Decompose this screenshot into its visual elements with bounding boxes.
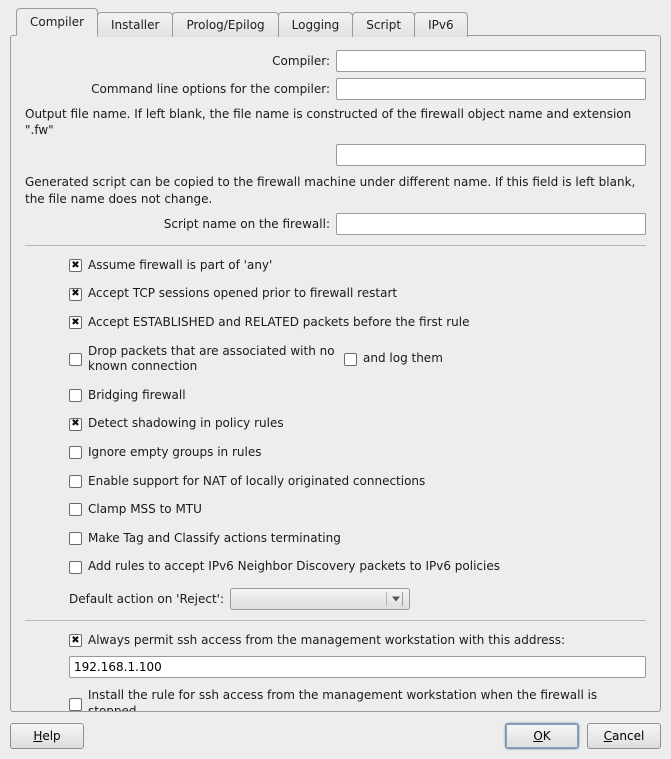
assume-any-checkbox[interactable] bbox=[69, 259, 82, 272]
scriptname-label: Script name on the firewall: bbox=[25, 217, 336, 231]
and-log-checkbox[interactable] bbox=[344, 353, 357, 366]
compiler-input[interactable] bbox=[336, 50, 646, 72]
shadowing-label[interactable]: Detect shadowing in policy rules bbox=[88, 416, 284, 432]
cmdline-input[interactable] bbox=[336, 78, 646, 100]
ssh-block: Always permit ssh access from the manage… bbox=[25, 633, 646, 712]
reject-select[interactable] bbox=[230, 588, 410, 610]
tag-term-checkbox[interactable] bbox=[69, 532, 82, 545]
bridging-checkbox[interactable] bbox=[69, 389, 82, 402]
tab-panel-compiler: Compiler: Command line options for the c… bbox=[10, 35, 661, 712]
reject-label: Default action on 'Reject': bbox=[69, 592, 224, 606]
button-bar: Help OK Cancel bbox=[10, 713, 661, 749]
outputfile-note: Output file name. If left blank, the fil… bbox=[25, 106, 646, 138]
clamp-mss-checkbox[interactable] bbox=[69, 503, 82, 516]
assume-any-label[interactable]: Assume firewall is part of 'any' bbox=[88, 258, 272, 274]
options-list: Assume firewall is part of 'any' Accept … bbox=[25, 258, 646, 610]
drop-unknown-checkbox[interactable] bbox=[69, 353, 82, 366]
ssh-address-input[interactable] bbox=[69, 656, 646, 678]
ssh-install-rule-label[interactable]: Install the rule for ssh access from the… bbox=[88, 688, 608, 712]
scriptname-input[interactable] bbox=[336, 213, 646, 235]
nat-local-checkbox[interactable] bbox=[69, 475, 82, 488]
compiler-label: Compiler: bbox=[25, 54, 336, 68]
tab-logging[interactable]: Logging bbox=[278, 12, 354, 37]
ignore-empty-checkbox[interactable] bbox=[69, 446, 82, 459]
tabbar: Compiler Installer Prolog/Epilog Logging… bbox=[16, 8, 661, 36]
outputfile-input[interactable] bbox=[336, 144, 646, 166]
ssh-permit-checkbox[interactable] bbox=[69, 634, 82, 647]
drop-unknown-label[interactable]: Drop packets that are associated with no… bbox=[88, 344, 338, 375]
chevron-down-icon bbox=[392, 596, 400, 601]
tag-term-label[interactable]: Make Tag and Classify actions terminatin… bbox=[88, 531, 341, 547]
ipv6-nd-checkbox[interactable] bbox=[69, 561, 82, 574]
and-log-label[interactable]: and log them bbox=[363, 351, 443, 367]
cancel-button[interactable]: Cancel bbox=[587, 723, 661, 749]
accept-est-label[interactable]: Accept ESTABLISHED and RELATED packets b… bbox=[88, 315, 469, 331]
separator bbox=[25, 245, 646, 246]
accept-est-checkbox[interactable] bbox=[69, 316, 82, 329]
cmdline-label: Command line options for the compiler: bbox=[25, 82, 336, 96]
ignore-empty-label[interactable]: Ignore empty groups in rules bbox=[88, 445, 261, 461]
ssh-permit-label[interactable]: Always permit ssh access from the manage… bbox=[88, 633, 565, 649]
ipv6-nd-label[interactable]: Add rules to accept IPv6 Neighbor Discov… bbox=[88, 559, 500, 575]
clamp-mss-label[interactable]: Clamp MSS to MTU bbox=[88, 502, 202, 518]
tab-ipv6[interactable]: IPv6 bbox=[414, 12, 468, 37]
ssh-install-rule-checkbox[interactable] bbox=[69, 698, 82, 711]
accept-tcp-checkbox[interactable] bbox=[69, 288, 82, 301]
separator-2 bbox=[25, 620, 646, 621]
tab-compiler[interactable]: Compiler bbox=[16, 8, 98, 36]
ok-button[interactable]: OK bbox=[505, 723, 579, 749]
bridging-label[interactable]: Bridging firewall bbox=[88, 388, 186, 404]
tab-script[interactable]: Script bbox=[352, 12, 415, 37]
tab-installer[interactable]: Installer bbox=[97, 12, 173, 37]
dialog-window: Compiler Installer Prolog/Epilog Logging… bbox=[0, 0, 671, 759]
genscript-note: Generated script can be copied to the fi… bbox=[25, 174, 646, 206]
accept-tcp-label[interactable]: Accept TCP sessions opened prior to fire… bbox=[88, 286, 397, 302]
nat-local-label[interactable]: Enable support for NAT of locally origin… bbox=[88, 474, 425, 490]
help-button[interactable]: Help bbox=[10, 723, 84, 749]
tab-prolog-epilog[interactable]: Prolog/Epilog bbox=[172, 12, 278, 37]
shadowing-checkbox[interactable] bbox=[69, 418, 82, 431]
